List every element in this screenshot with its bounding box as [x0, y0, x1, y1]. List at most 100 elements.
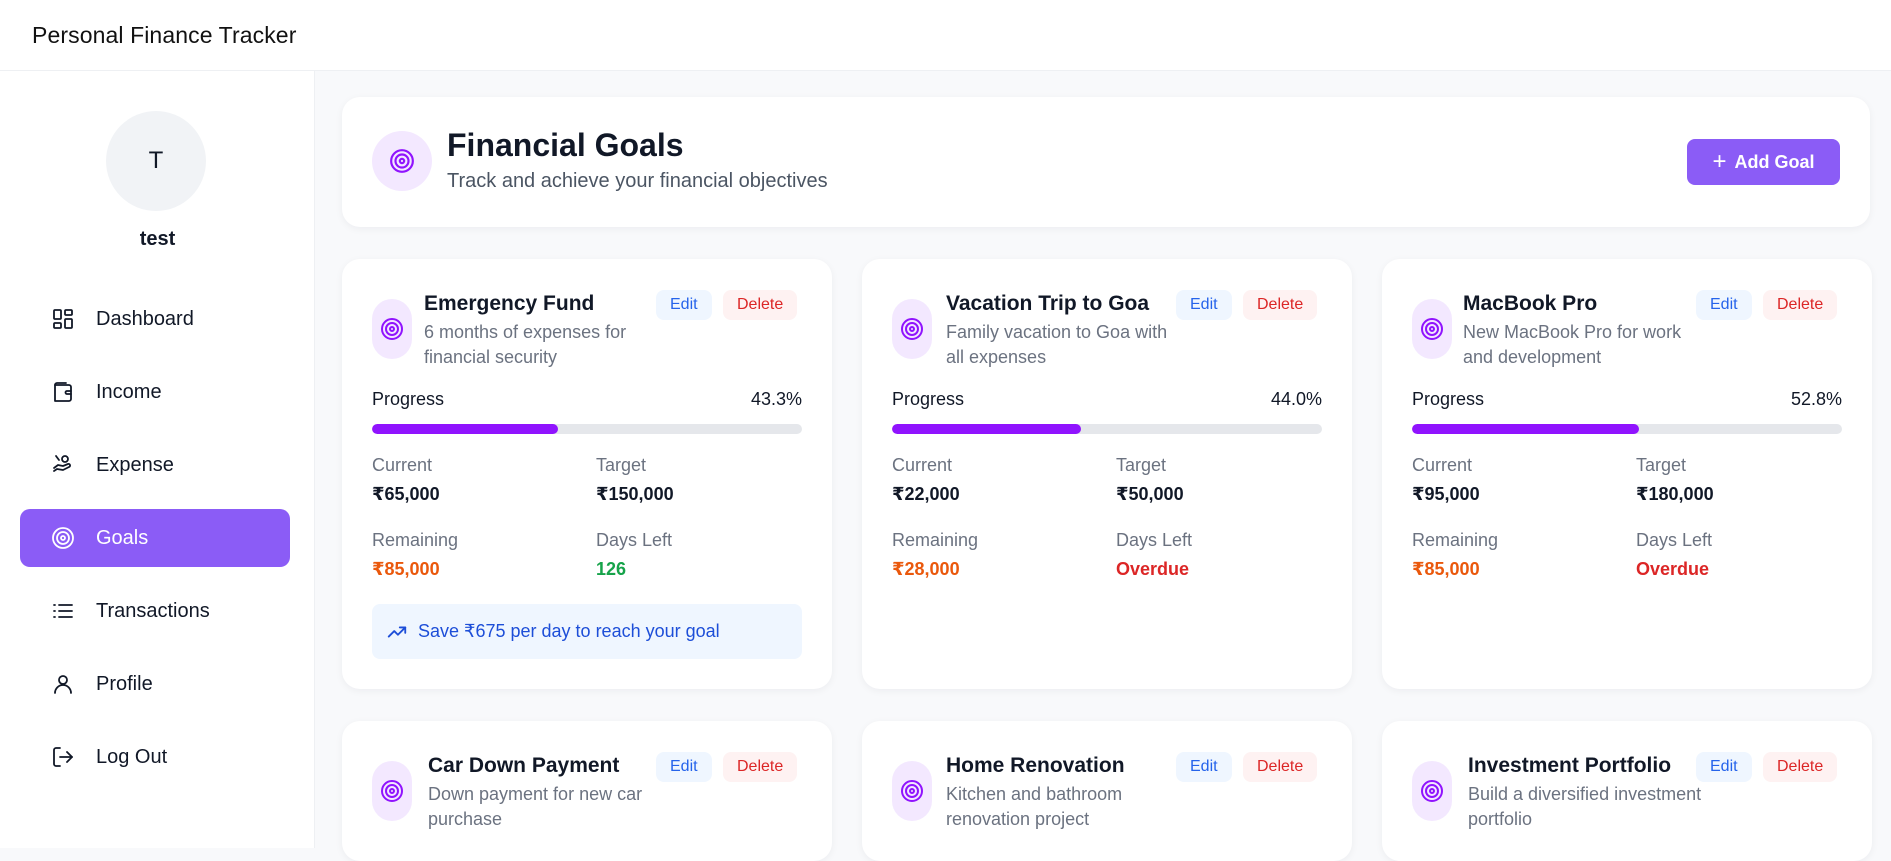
- app-title: Personal Finance Tracker: [32, 21, 297, 48]
- current-value: ₹65,000: [372, 484, 440, 504]
- edit-goal-button[interactable]: Edit: [656, 752, 712, 782]
- progress-percent: 52.8%: [1790, 389, 1842, 409]
- remaining-value: ₹28,000: [892, 559, 960, 579]
- days-left-label: Days Left: [1116, 530, 1193, 550]
- target-icon: [901, 780, 923, 802]
- goals-badge: [372, 131, 432, 191]
- remaining-label: Remaining: [892, 530, 979, 550]
- progress-bar: [1412, 424, 1842, 434]
- days-left-label: Days Left: [1636, 530, 1713, 550]
- delete-goal-button[interactable]: Delete: [1763, 290, 1838, 320]
- goal-card: MacBook Pro New MacBook Pro for work and…: [1382, 259, 1872, 689]
- sidebar-item-label: Profile: [96, 672, 153, 695]
- target-icon: [1421, 318, 1443, 340]
- days-left-value: 126: [596, 559, 627, 579]
- sidebar-item-income[interactable]: Income: [20, 363, 290, 421]
- goal-name: Car Down Payment: [428, 754, 620, 777]
- goal-name: Home Renovation: [946, 754, 1125, 777]
- edit-goal-button[interactable]: Edit: [1696, 752, 1752, 782]
- target-icon: [50, 525, 76, 551]
- sidebar-item-label: Log Out: [96, 745, 168, 768]
- hand-coins-icon: [50, 452, 76, 478]
- goal-badge: [1412, 761, 1452, 821]
- delete-goal-button[interactable]: Delete: [1763, 752, 1838, 782]
- sidebar: T test Dashboard Income Expense Goals Tr…: [0, 71, 315, 848]
- sidebar-item-transactions[interactable]: Transactions: [20, 582, 290, 640]
- progress-label: Progress: [372, 389, 445, 409]
- progress-percent: 44.0%: [1270, 389, 1322, 409]
- page-title: Financial Goals: [447, 127, 684, 163]
- target-label: Target: [596, 455, 647, 475]
- sidebar-item-label: Transactions: [96, 599, 210, 622]
- savings-tip: Save ₹675 per day to reach your goal: [372, 604, 802, 659]
- trending-up-icon: [387, 626, 407, 637]
- edit-goal-button[interactable]: Edit: [1696, 290, 1752, 320]
- days-left-label: Days Left: [596, 530, 673, 550]
- sidebar-item-profile[interactable]: Profile: [20, 655, 290, 713]
- goal-card: Home Renovation Kitchen and bathroom ren…: [862, 721, 1352, 861]
- progress-label: Progress: [892, 389, 965, 409]
- goal-badge: [892, 761, 932, 821]
- goal-card: Investment Portfolio Build a diversified…: [1382, 721, 1872, 861]
- current-value: ₹22,000: [892, 484, 960, 504]
- progress-fill: [372, 424, 559, 434]
- goal-name: MacBook Pro: [1463, 292, 1598, 315]
- edit-goal-button[interactable]: Edit: [656, 290, 712, 320]
- delete-goal-button[interactable]: Delete: [1243, 290, 1318, 320]
- target-label: Target: [1116, 455, 1167, 475]
- logout-icon: [50, 744, 76, 770]
- delete-goal-button[interactable]: Delete: [723, 752, 798, 782]
- goal-badge: [892, 299, 932, 359]
- sidebar-item-label: Dashboard: [96, 307, 194, 330]
- username: test: [139, 228, 176, 250]
- goal-card: Emergency Fund 6 months of expenses for …: [342, 259, 832, 689]
- delete-goal-button[interactable]: Delete: [1243, 752, 1318, 782]
- current-label: Current: [372, 455, 433, 475]
- goal-description: 6 months of expenses for financial secur…: [424, 322, 627, 367]
- plus-icon: +: [1712, 148, 1727, 175]
- progress-percent: 43.3%: [750, 389, 802, 409]
- target-value: ₹50,000: [1116, 484, 1184, 504]
- avatar[interactable]: T: [106, 111, 206, 211]
- add-goal-button[interactable]: + Add Goal: [1687, 139, 1840, 185]
- sidebar-item-label: Goals: [96, 526, 149, 549]
- sidebar-item-dashboard[interactable]: Dashboard: [20, 290, 290, 348]
- target-icon: [381, 780, 403, 802]
- remaining-label: Remaining: [372, 530, 459, 550]
- goal-description: Down payment for new car purchase: [428, 784, 643, 829]
- target-icon: [1421, 780, 1443, 802]
- goal-description: New MacBook Pro for work and development: [1463, 322, 1682, 367]
- current-label: Current: [892, 455, 953, 475]
- goal-description: Build a diversified investment portfolio: [1468, 784, 1702, 829]
- days-left-value: Overdue: [1116, 559, 1190, 579]
- current-label: Current: [1412, 455, 1473, 475]
- wallet-icon: [50, 379, 76, 405]
- remaining-value: ₹85,000: [372, 559, 440, 579]
- goal-card: Car Down Payment Down payment for new ca…: [342, 721, 832, 861]
- page-subtitle: Track and achieve your financial objecti…: [447, 170, 828, 192]
- current-value: ₹95,000: [1412, 484, 1480, 504]
- list-icon: [50, 598, 76, 624]
- progress-bar: [372, 424, 802, 434]
- target-label: Target: [1636, 455, 1687, 475]
- goal-description: Kitchen and bathroom renovation project: [946, 784, 1123, 829]
- goal-name: Vacation Trip to Goa: [946, 292, 1150, 315]
- goal-badge: [372, 299, 412, 359]
- target-icon: [381, 318, 403, 340]
- edit-goal-button[interactable]: Edit: [1176, 752, 1232, 782]
- sidebar-item-expense[interactable]: Expense: [20, 436, 290, 494]
- delete-goal-button[interactable]: Delete: [723, 290, 798, 320]
- user-icon: [50, 671, 76, 697]
- progress-fill: [1412, 424, 1640, 434]
- sidebar-item-logout[interactable]: Log Out: [20, 728, 290, 786]
- goal-description: Family vacation to Goa with all expenses: [946, 322, 1168, 367]
- progress-label: Progress: [1412, 389, 1485, 409]
- savings-tip-text: Save ₹675 per day to reach your goal: [418, 621, 720, 641]
- sidebar-item-goals[interactable]: Goals: [20, 509, 290, 567]
- remaining-value: ₹85,000: [1412, 559, 1480, 579]
- remaining-label: Remaining: [1412, 530, 1499, 550]
- progress-bar: [892, 424, 1322, 434]
- progress-fill: [892, 424, 1082, 434]
- goal-name: Investment Portfolio: [1468, 754, 1672, 777]
- edit-goal-button[interactable]: Edit: [1176, 290, 1232, 320]
